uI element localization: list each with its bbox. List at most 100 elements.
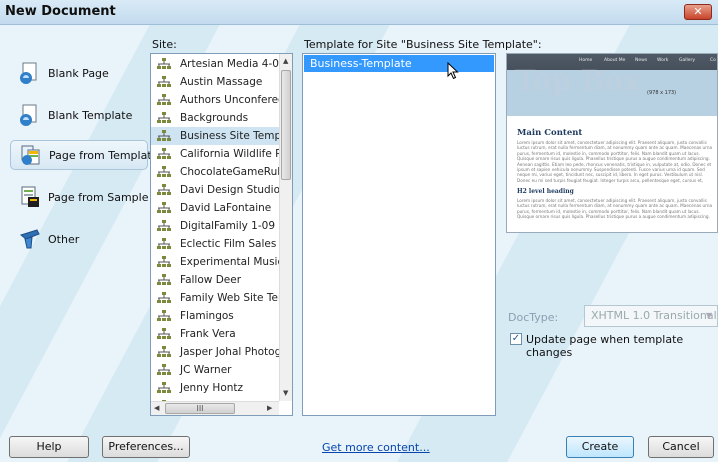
site-list-item[interactable]: Karen Ward [151, 415, 279, 416]
site-list-item[interactable]: DigitalFamily 1-09 [151, 217, 279, 235]
category-blank-template[interactable]: Blank Template [10, 100, 148, 130]
template-preview: Top Box Home About Me News Work Gallery … [506, 53, 718, 233]
template-item-business-template[interactable]: Business-Template [304, 55, 494, 72]
site-list-item[interactable]: Backgrounds [151, 109, 279, 127]
site-list-item[interactable]: Flamingos [151, 307, 279, 325]
site-list-vertical-scrollbar[interactable]: ▲ ▼ [279, 54, 292, 401]
category-label: Blank Page [48, 66, 109, 80]
scroll-up-icon[interactable]: ▲ [283, 57, 288, 65]
preview-paragraph: Lorem ipsum dolor sit amet, consectetuer… [517, 140, 713, 183]
site-list-item-label: JC Warner [180, 364, 232, 376]
site-list-item-label: David LaFontaine [180, 202, 272, 214]
help-button[interactable]: Help [9, 436, 89, 458]
site-list-item-label: Austin Massage [180, 76, 263, 88]
site-list-item-label: Jasper Johal Photogra [180, 346, 279, 358]
site-icon [157, 328, 171, 339]
close-icon: ✕ [693, 5, 703, 18]
site-list-item[interactable]: ChocolateGameRules [151, 163, 279, 181]
preview-nav-item: Co [710, 58, 716, 63]
site-list-item-label: Backgrounds [180, 112, 249, 124]
site-list-item-label: Family Web Site Temp [180, 292, 279, 304]
site-list-item[interactable]: JC Warner [151, 361, 279, 379]
scroll-left-icon[interactable]: ◀ [154, 404, 159, 412]
preview-heading: Main Content [517, 128, 583, 138]
site-icon [157, 148, 171, 159]
site-icon [157, 256, 171, 267]
scrollbar-thumb[interactable] [281, 70, 291, 180]
site-list-item-label: Davi Design Studio [180, 184, 279, 196]
site-list-item[interactable]: Jenny Hontz [151, 379, 279, 397]
close-button[interactable]: ✕ [684, 4, 712, 20]
category-page-from-template[interactable]: Page from Template [10, 140, 158, 170]
site-list-item-label: Authors Unconferece [180, 94, 279, 106]
category-label: Page from Template [49, 148, 159, 162]
site-list-item-label: Fallow Deer [180, 274, 242, 286]
site-list-item-label: DigitalFamily 1-09 [180, 220, 276, 232]
scroll-right-icon[interactable]: ▶ [267, 404, 272, 412]
site-list-item[interactable]: Artesian Media 4-09 [151, 55, 279, 73]
site-icon [157, 130, 171, 141]
category-label: Page from Sample [48, 190, 149, 204]
site-icon [157, 220, 171, 231]
site-list-item-label: Frank Vera [180, 328, 236, 340]
category-label: Other [48, 232, 80, 246]
site-list-item-label: Flamingos [180, 310, 234, 322]
category-label: Blank Template [48, 108, 133, 122]
site-icon [157, 202, 171, 213]
page-from-sample-icon [18, 185, 42, 209]
site-list-item-label: Experimental Musical : [180, 256, 279, 268]
site-icon [157, 58, 171, 69]
site-icon [157, 292, 171, 303]
preview-nav-item: Gallery [679, 58, 696, 63]
category-other[interactable]: Other [10, 224, 148, 254]
site-list[interactable]: Karen WardJoomla sandboxJenny HontzJC Wa… [150, 53, 293, 416]
chevron-down-icon: ▼ [705, 311, 713, 320]
update-page-checkbox[interactable]: ✓ [510, 333, 522, 345]
preview-paragraph: Lorem ipsum dolor sit amet, consectetuer… [517, 198, 713, 220]
site-icon [157, 310, 171, 321]
site-list-item-label: Business Site Templat [180, 130, 279, 142]
site-list-item-label: Eclectic Film Sales [180, 238, 277, 250]
window-title: New Document [5, 4, 116, 19]
category-page-from-sample[interactable]: Page from Sample [10, 182, 148, 212]
site-list-horizontal-scrollbar[interactable]: ◀ III ▶ [151, 401, 279, 415]
site-list-item[interactable]: Jasper Johal Photogra [151, 343, 279, 361]
site-list-item[interactable]: Business Site Templat [151, 127, 279, 145]
page-from-template-icon [19, 143, 43, 167]
doctype-label: DocType: [508, 311, 559, 324]
preview-nav-item: About Me [604, 58, 626, 63]
site-list-item[interactable]: California Wildlife Pho [151, 145, 279, 163]
site-list-item[interactable]: Experimental Musical : [151, 253, 279, 271]
preview-nav-item: Home [579, 58, 593, 63]
create-button[interactable]: Create [566, 436, 634, 458]
site-list-item[interactable]: Authors Unconferece [151, 91, 279, 109]
site-list-item[interactable]: Family Web Site Temp [151, 289, 279, 307]
site-list-item[interactable]: David LaFontaine [151, 199, 279, 217]
site-list-item-label: Artesian Media 4-09 [180, 58, 279, 70]
site-icon [157, 184, 171, 195]
site-list-item[interactable]: Eclectic Film Sales [151, 235, 279, 253]
site-list-item[interactable]: Fallow Deer [151, 271, 279, 289]
scroll-down-icon[interactable]: ▼ [283, 389, 288, 397]
update-page-checkbox-label[interactable]: Update page when template changes [526, 333, 718, 359]
site-icon [157, 364, 171, 375]
template-list[interactable]: Business-Template [302, 53, 496, 416]
get-more-content-link[interactable]: Get more content... [322, 441, 430, 454]
scrollbar-grip: III [196, 404, 204, 413]
scrollbar-thumb[interactable]: III [165, 403, 235, 414]
site-icon [157, 166, 171, 177]
category-blank-page[interactable]: Blank Page [10, 58, 148, 88]
site-icon [157, 238, 171, 249]
site-icon [157, 274, 171, 285]
site-column-header: Site: [152, 38, 177, 51]
site-list-item[interactable]: Austin Massage [151, 73, 279, 91]
preferences-button[interactable]: Preferences... [102, 436, 190, 458]
doctype-select[interactable]: XHTML 1.0 Transitional ▼ [584, 305, 718, 327]
site-list-item[interactable]: Frank Vera [151, 325, 279, 343]
cancel-button[interactable]: Cancel [648, 436, 714, 458]
site-list-item[interactable]: Davi Design Studio [151, 181, 279, 199]
preview-logo: Top Box [515, 64, 640, 97]
preview-nav-item: News [635, 58, 648, 63]
site-icon [157, 382, 171, 393]
site-icon [157, 346, 171, 357]
